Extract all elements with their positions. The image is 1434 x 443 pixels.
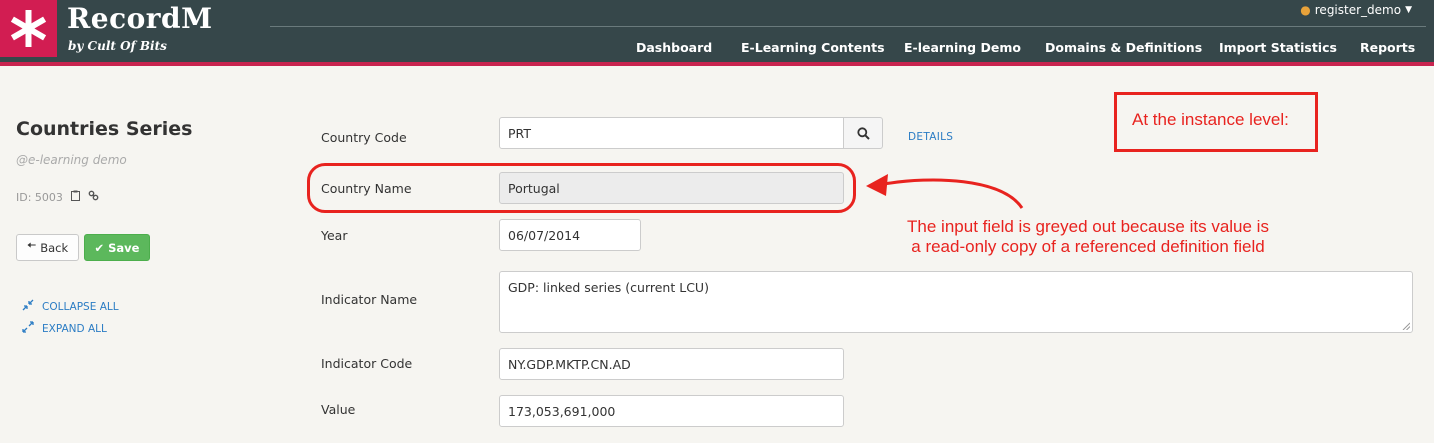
annotation-note-line1: The input field is greyed out because it… — [907, 217, 1269, 236]
username: register_demo — [1314, 3, 1402, 17]
details-link[interactable]: DETAILS — [908, 131, 953, 143]
nav-elearning-demo[interactable]: E-learning Demo — [904, 40, 1021, 58]
collapse-all-link[interactable]: COLLAPSE ALL — [22, 299, 119, 314]
arrow-left-icon: 🠄 — [26, 238, 37, 252]
checkmark-icon: ✔ — [94, 240, 105, 255]
annotation-arrow-icon — [866, 174, 1024, 209]
annotation-note-line2: a read-only copy of a referenced definit… — [911, 237, 1265, 256]
search-icon — [856, 126, 870, 140]
indicator-name-label: Indicator Name — [321, 292, 418, 307]
expand-all-link[interactable]: EXPAND ALL — [22, 321, 107, 336]
nav-elearning-contents[interactable]: E-Learning Contents — [741, 40, 885, 58]
nav-import-statistics[interactable]: Import Statistics — [1219, 40, 1337, 58]
page-title: Countries Series — [16, 118, 193, 140]
record-id: ID: 5003 — [16, 190, 99, 204]
clipboard-icon[interactable] — [70, 190, 80, 204]
brand-tagline: by Cult Of Bits — [68, 39, 167, 53]
save-button[interactable]: ✔ Save — [84, 234, 150, 261]
country-code-label: Country Code — [321, 130, 407, 145]
value-input[interactable]: 173,053,691,000 — [499, 395, 844, 427]
search-button[interactable] — [843, 117, 883, 149]
nav-reports[interactable]: Reports — [1360, 40, 1415, 58]
record-id-text: ID: 5003 — [16, 190, 63, 204]
indicator-code-label: Indicator Code — [321, 356, 413, 371]
value-label: Value — [321, 402, 356, 417]
user-icon: ● — [1300, 3, 1311, 17]
nav-domains-definitions[interactable]: Domains & Definitions — [1045, 40, 1202, 58]
country-code-input[interactable]: PRT — [499, 117, 844, 149]
top-header: RecordM by Cult Of Bits ● register_demo … — [0, 0, 1434, 62]
indicator-code-input[interactable]: NY.GDP.MKTP.CN.AD — [499, 348, 844, 380]
year-input[interactable]: 06/07/2014 — [499, 219, 641, 251]
indicator-name-value: GDP: linked series (current LCU) — [508, 280, 709, 295]
year-label: Year — [321, 228, 348, 243]
header-divider — [270, 26, 1426, 27]
back-button[interactable]: 🠄 Back — [16, 234, 79, 261]
header-accent-stripe — [0, 62, 1434, 66]
brand-name: RecordM — [67, 2, 213, 35]
user-menu[interactable]: ● register_demo ▼ — [1300, 3, 1412, 17]
annotation-box-text: At the instance level: — [1132, 110, 1289, 129]
resize-grip-icon[interactable] — [1402, 322, 1410, 330]
logo[interactable] — [0, 0, 57, 57]
collapse-icon — [22, 299, 34, 314]
annotation-highlight-oval — [307, 163, 856, 213]
chevron-down-icon: ▼ — [1405, 5, 1412, 15]
nav-dashboard[interactable]: Dashboard — [636, 40, 712, 58]
expand-icon — [22, 321, 34, 336]
indicator-name-textarea[interactable]: GDP: linked series (current LCU) — [499, 271, 1413, 333]
page-subtitle: @e-learning demo — [16, 153, 127, 167]
asterisk-logo-icon — [10, 10, 47, 47]
link-icon[interactable] — [88, 190, 99, 204]
